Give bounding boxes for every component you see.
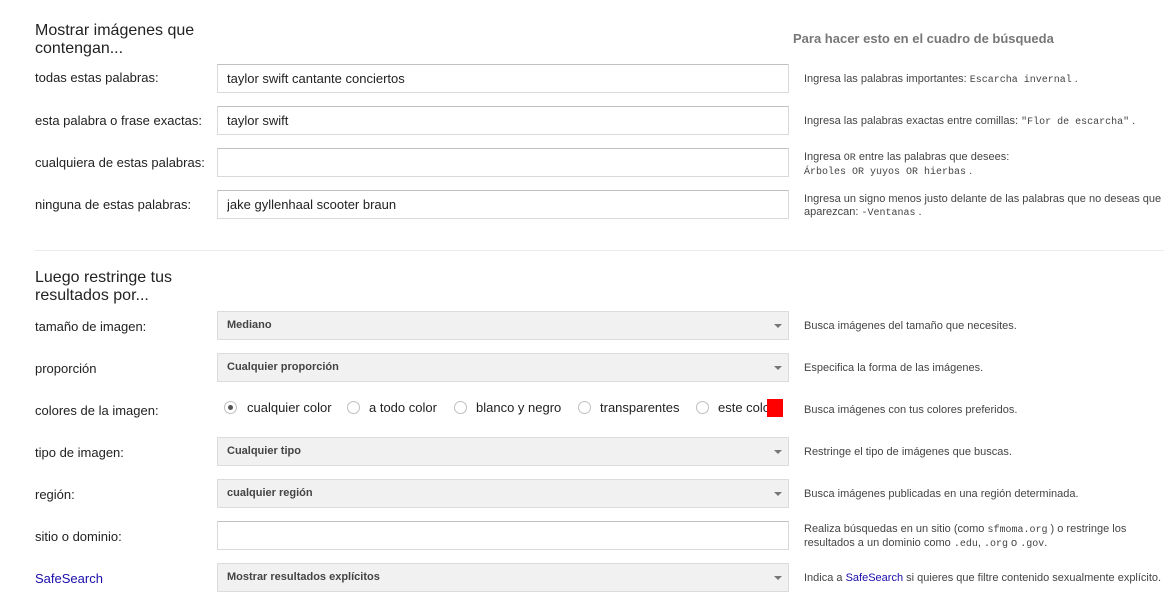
none-words-help-text: Ingresa un signo menos justo delante de … [804, 193, 1162, 218]
exact-phrase-help-end: . [1129, 115, 1136, 127]
dropdown-arrow-icon [774, 492, 782, 496]
region-help: Busca imágenes publicadas en una región … [804, 488, 1079, 500]
dropdown-arrow-icon [774, 366, 782, 370]
radio-full-color-label[interactable]: a todo color [369, 400, 437, 415]
image-size-selected: Mediano [227, 319, 272, 331]
site-help-or: o [1007, 537, 1021, 549]
any-words-help-end: . [966, 165, 973, 177]
exact-phrase-help: Ingresa las palabras exactas entre comil… [804, 115, 1164, 129]
radio-transparent-label[interactable]: transparentes [600, 400, 680, 415]
any-words-label: cualquiera de estas palabras: [35, 155, 205, 170]
any-words-help-line1: Ingresa OR entre las palabras que desees… [804, 151, 1164, 165]
all-words-help-example: Escarcha invernal [969, 75, 1072, 86]
safesearch-select[interactable]: Mostrar resultados explícitos [217, 563, 789, 592]
safesearch-link[interactable]: SafeSearch [35, 571, 103, 586]
aspect-ratio-select[interactable]: Cualquier proporción [217, 353, 789, 382]
image-type-selected: Cualquier tipo [227, 445, 301, 457]
image-type-select[interactable]: Cualquier tipo [217, 437, 789, 466]
safesearch-help-link[interactable]: SafeSearch [846, 572, 903, 584]
hint-column-title: Para hacer esto en el cuadro de búsqueda [793, 31, 1054, 46]
aspect-ratio-help: Especifica la forma de las imágenes. [804, 362, 984, 374]
image-size-label: tamaño de imagen: [35, 319, 147, 334]
region-selected: cualquier región [227, 487, 313, 499]
image-type-label: tipo de imagen: [35, 445, 124, 460]
dropdown-arrow-icon [774, 324, 782, 328]
radio-full-color[interactable] [347, 401, 360, 414]
all-words-input[interactable] [217, 64, 789, 93]
section-title-show-images: Mostrar imágenes que contengan... [35, 22, 195, 57]
region-label: región: [35, 487, 75, 502]
dropdown-arrow-icon [774, 450, 782, 454]
site-help-example: sfmoma.org [987, 525, 1048, 536]
site-help-edu: .edu [953, 539, 978, 550]
aspect-ratio-selected: Cualquier proporción [227, 361, 339, 373]
none-words-help: Ingresa un signo menos justo delante de … [804, 193, 1164, 220]
aspect-ratio-label: proporción [35, 361, 97, 376]
any-words-help-or: OR [843, 153, 856, 164]
all-words-help-end: . [1071, 73, 1078, 85]
safesearch-help-text2: si quieres que filtre contenido sexualme… [903, 572, 1162, 584]
none-words-help-end: . [915, 206, 922, 218]
all-words-help: Ingresa las palabras importantes: Escarc… [804, 73, 1164, 87]
any-words-help-text2: entre las palabras que desees: [855, 151, 1010, 163]
safesearch-help: Indica a SafeSearch si quieres que filtr… [804, 572, 1164, 585]
any-words-help-line2: Árboles OR yuyos OR hierbas . [804, 165, 1164, 179]
radio-transparent[interactable] [578, 401, 591, 414]
site-domain-help: Realiza búsquedas en un sitio (como sfmo… [804, 523, 1164, 551]
exact-phrase-label: esta palabra o frase exactas: [35, 113, 202, 128]
image-size-select[interactable]: Mediano [217, 311, 789, 340]
none-words-label: ninguna de estas palabras: [35, 197, 192, 212]
site-domain-input[interactable] [217, 521, 789, 550]
radio-this-color[interactable] [696, 401, 709, 414]
exact-phrase-help-example: "Flor de escarcha" [1021, 117, 1130, 128]
any-words-help: Ingresa OR entre las palabras que desees… [804, 151, 1164, 179]
safesearch-selected: Mostrar resultados explícitos [227, 571, 380, 583]
site-help-end: . [1044, 537, 1048, 549]
any-words-help-example: Árboles OR yuyos OR hierbas [804, 167, 967, 178]
site-help-gov: .gov [1020, 539, 1045, 550]
safesearch-help-text: Indica a [804, 572, 846, 584]
none-words-help-example: -Ventanas [861, 208, 916, 219]
image-colors-help: Busca imágenes con tus colores preferido… [804, 404, 1018, 416]
dropdown-arrow-icon [774, 576, 782, 580]
radio-any-color[interactable] [224, 401, 237, 414]
none-words-input[interactable] [217, 190, 789, 219]
site-help-org: .org [983, 539, 1008, 550]
site-help-text: Realiza búsquedas en un sitio (como [804, 523, 988, 535]
radio-black-white[interactable] [454, 401, 467, 414]
radio-any-color-label[interactable]: cualquier color [247, 400, 332, 415]
exact-phrase-input[interactable] [217, 106, 789, 135]
color-swatch-red[interactable] [767, 399, 783, 417]
image-colors-label: colores de la imagen: [35, 403, 159, 418]
image-colors-options: cualquier color a todo color blanco y ne… [217, 399, 789, 417]
section-title-restrict: Luego restringe tus resultados por... [35, 269, 172, 304]
image-type-help: Restringe el tipo de imágenes que buscas… [804, 446, 1012, 458]
any-words-input[interactable] [217, 148, 789, 177]
all-words-help-text: Ingresa las palabras importantes: [804, 73, 970, 85]
section-divider [35, 250, 1164, 251]
radio-black-white-label[interactable]: blanco y negro [476, 400, 561, 415]
site-domain-label: sitio o dominio: [35, 529, 122, 544]
exact-phrase-help-text: Ingresa las palabras exactas entre comil… [804, 115, 1022, 127]
image-size-help: Busca imágenes del tamaño que necesites. [804, 320, 1017, 332]
any-words-help-text: Ingresa [804, 151, 844, 163]
region-select[interactable]: cualquier región [217, 479, 789, 508]
all-words-label: todas estas palabras: [35, 70, 159, 85]
